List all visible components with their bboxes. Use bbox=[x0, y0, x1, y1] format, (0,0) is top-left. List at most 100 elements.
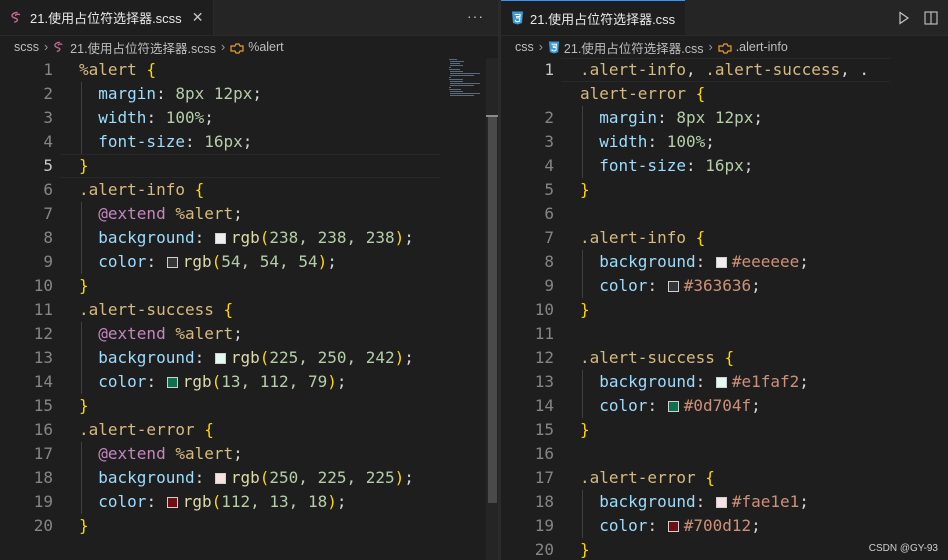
code-line[interactable]: 1 %alert { bbox=[0, 58, 498, 82]
token: : bbox=[647, 132, 667, 151]
scss-file-icon bbox=[10, 11, 24, 25]
code-line[interactable]: 19 color: rgb(112, 13, 18); bbox=[0, 490, 498, 514]
token: %alert bbox=[165, 444, 234, 463]
color-swatch[interactable] bbox=[667, 281, 679, 292]
code-line[interactable]: 1 .alert-info, .alert-success, . bbox=[501, 58, 948, 82]
right-code-editor[interactable]: 1 .alert-info, .alert-success, . alert-err… bbox=[501, 58, 948, 560]
right-editor-group: 21.使用占位符选择器.css css › 21.使用占位符选择器.css › … bbox=[501, 0, 948, 560]
breadcrumb-folder[interactable]: scss bbox=[14, 40, 39, 54]
color-swatch[interactable] bbox=[667, 401, 679, 412]
breadcrumb-symbol[interactable]: %alert bbox=[248, 40, 283, 54]
code-line[interactable]: 11 bbox=[501, 322, 948, 346]
code-line[interactable]: 18 background: rgb(250, 225, 225); bbox=[0, 466, 498, 490]
code-line[interactable]: 17 @extend %alert; bbox=[0, 442, 498, 466]
code-line[interactable]: 13 background: rgb(225, 250, 242); bbox=[0, 346, 498, 370]
code-line[interactable]: 7 .alert-info { bbox=[501, 226, 948, 250]
token: ; bbox=[252, 84, 263, 103]
line-number: 12 bbox=[534, 348, 554, 367]
breadcrumb-file[interactable]: 21.使用占位符选择器.css bbox=[564, 38, 704, 57]
code-line[interactable]: 4 font-size: 16px; bbox=[0, 130, 498, 154]
color-swatch[interactable] bbox=[715, 497, 727, 508]
code-line[interactable]: 6 bbox=[501, 202, 948, 226]
token: ; bbox=[751, 276, 761, 295]
code-line[interactable]: 2 margin: 8px 12px; bbox=[501, 106, 948, 130]
color-swatch[interactable] bbox=[166, 497, 178, 508]
token: : bbox=[146, 108, 166, 127]
code-line[interactable]: 10} bbox=[0, 274, 498, 298]
code-line[interactable]: 12 @extend %alert; bbox=[0, 322, 498, 346]
code-line[interactable]: 8 background: rgb(238, 238, 238); bbox=[0, 226, 498, 250]
code-line[interactable]: alert-error { bbox=[501, 82, 948, 106]
tab-scss-file[interactable]: 21.使用占位符选择器.scss ✕ bbox=[0, 0, 215, 35]
color-swatch[interactable] bbox=[214, 473, 226, 484]
split-editor-icon[interactable] bbox=[924, 10, 938, 29]
code-line[interactable]: 17 .alert-error { bbox=[501, 466, 948, 490]
breadcrumb-symbol[interactable]: .alert-info bbox=[736, 40, 788, 54]
code-line[interactable]: 15} bbox=[501, 418, 948, 442]
vertical-scrollbar-thumb[interactable] bbox=[488, 115, 497, 503]
tab-css-file[interactable]: 21.使用占位符选择器.css bbox=[501, 0, 686, 35]
line-number: 20 bbox=[33, 516, 53, 535]
code-line[interactable]: 3 width: 100%; bbox=[501, 130, 948, 154]
line-code: margin: 8px 12px; bbox=[580, 106, 763, 130]
code-line[interactable]: 13 background: #e1faf2; bbox=[501, 370, 948, 394]
token: : bbox=[156, 84, 176, 103]
tab-label: 21.使用占位符选择器.css bbox=[530, 11, 676, 27]
token: : bbox=[695, 372, 715, 391]
color-swatch[interactable] bbox=[166, 377, 178, 388]
token: background bbox=[79, 348, 195, 367]
breadcrumb-folder[interactable]: css bbox=[515, 40, 534, 54]
color-swatch[interactable] bbox=[166, 257, 178, 268]
color-swatch[interactable] bbox=[667, 521, 679, 532]
code-line[interactable]: 9 color: #363636; bbox=[501, 274, 948, 298]
code-line[interactable]: 3 width: 100%; bbox=[0, 106, 498, 130]
code-line[interactable]: 20} bbox=[0, 514, 498, 538]
code-line[interactable]: 12 .alert-success { bbox=[501, 346, 948, 370]
line-number: 4 bbox=[43, 132, 53, 151]
code-line[interactable]: 5} bbox=[0, 154, 498, 178]
indent-guide bbox=[582, 154, 583, 178]
code-line[interactable]: 16 .alert-error { bbox=[0, 418, 498, 442]
line-number: 14 bbox=[534, 396, 554, 415]
code-line[interactable]: 4 font-size: 16px; bbox=[501, 154, 948, 178]
code-line[interactable]: 6 .alert-info { bbox=[0, 178, 498, 202]
code-line[interactable]: 11 .alert-success { bbox=[0, 298, 498, 322]
color-swatch[interactable] bbox=[715, 257, 727, 268]
code-line[interactable]: 14 color: rgb(13, 112, 79); bbox=[0, 370, 498, 394]
code-line[interactable]: 9 color: rgb(54, 54, 54); bbox=[0, 250, 498, 274]
token: } bbox=[580, 420, 590, 439]
line-number: 9 bbox=[43, 252, 53, 271]
token: 13, 112, 79 bbox=[221, 372, 328, 391]
code-line[interactable]: 15} bbox=[0, 394, 498, 418]
code-line[interactable]: 19 color: #700d12; bbox=[501, 514, 948, 538]
token: : bbox=[194, 348, 214, 367]
code-line[interactable]: 5} bbox=[501, 178, 948, 202]
color-swatch[interactable] bbox=[214, 353, 226, 364]
run-icon[interactable] bbox=[898, 10, 910, 29]
color-swatch[interactable] bbox=[214, 233, 226, 244]
more-actions-icon[interactable]: ··· bbox=[467, 8, 484, 24]
code-line[interactable]: 10} bbox=[501, 298, 948, 322]
minimap[interactable] bbox=[447, 58, 485, 98]
breadcrumb-file[interactable]: 21.使用占位符选择器.scss bbox=[70, 38, 216, 57]
code-line[interactable]: 8 background: #eeeeee; bbox=[501, 250, 948, 274]
color-swatch[interactable] bbox=[715, 377, 727, 388]
token: ) bbox=[327, 372, 337, 391]
line-code: @extend %alert; bbox=[79, 322, 243, 346]
left-code-editor[interactable]: 1 %alert {2 margin: 8px 12px; 3 width: 100… bbox=[0, 58, 498, 560]
code-line[interactable]: 7 @extend %alert; bbox=[0, 202, 498, 226]
code-line[interactable]: 2 margin: 8px 12px; bbox=[0, 82, 498, 106]
line-code: background: #e1faf2; bbox=[580, 370, 809, 394]
breadcrumb: scss › 21.使用占位符选择器.scss › %alert bbox=[0, 36, 498, 58]
token: 250, 225, 225 bbox=[269, 468, 395, 487]
token: } bbox=[79, 516, 89, 535]
code-line[interactable]: 16 bbox=[501, 442, 948, 466]
code-line[interactable]: 14 color: #0d704f; bbox=[501, 394, 948, 418]
code-line[interactable]: 18 background: #fae1e1; bbox=[501, 490, 948, 514]
line-number: 16 bbox=[534, 444, 554, 463]
token: #700d12 bbox=[683, 516, 752, 535]
close-icon[interactable]: ✕ bbox=[192, 9, 204, 26]
line-code: .alert-error { bbox=[580, 466, 715, 490]
token: : bbox=[647, 276, 667, 295]
token: ; bbox=[799, 492, 809, 511]
